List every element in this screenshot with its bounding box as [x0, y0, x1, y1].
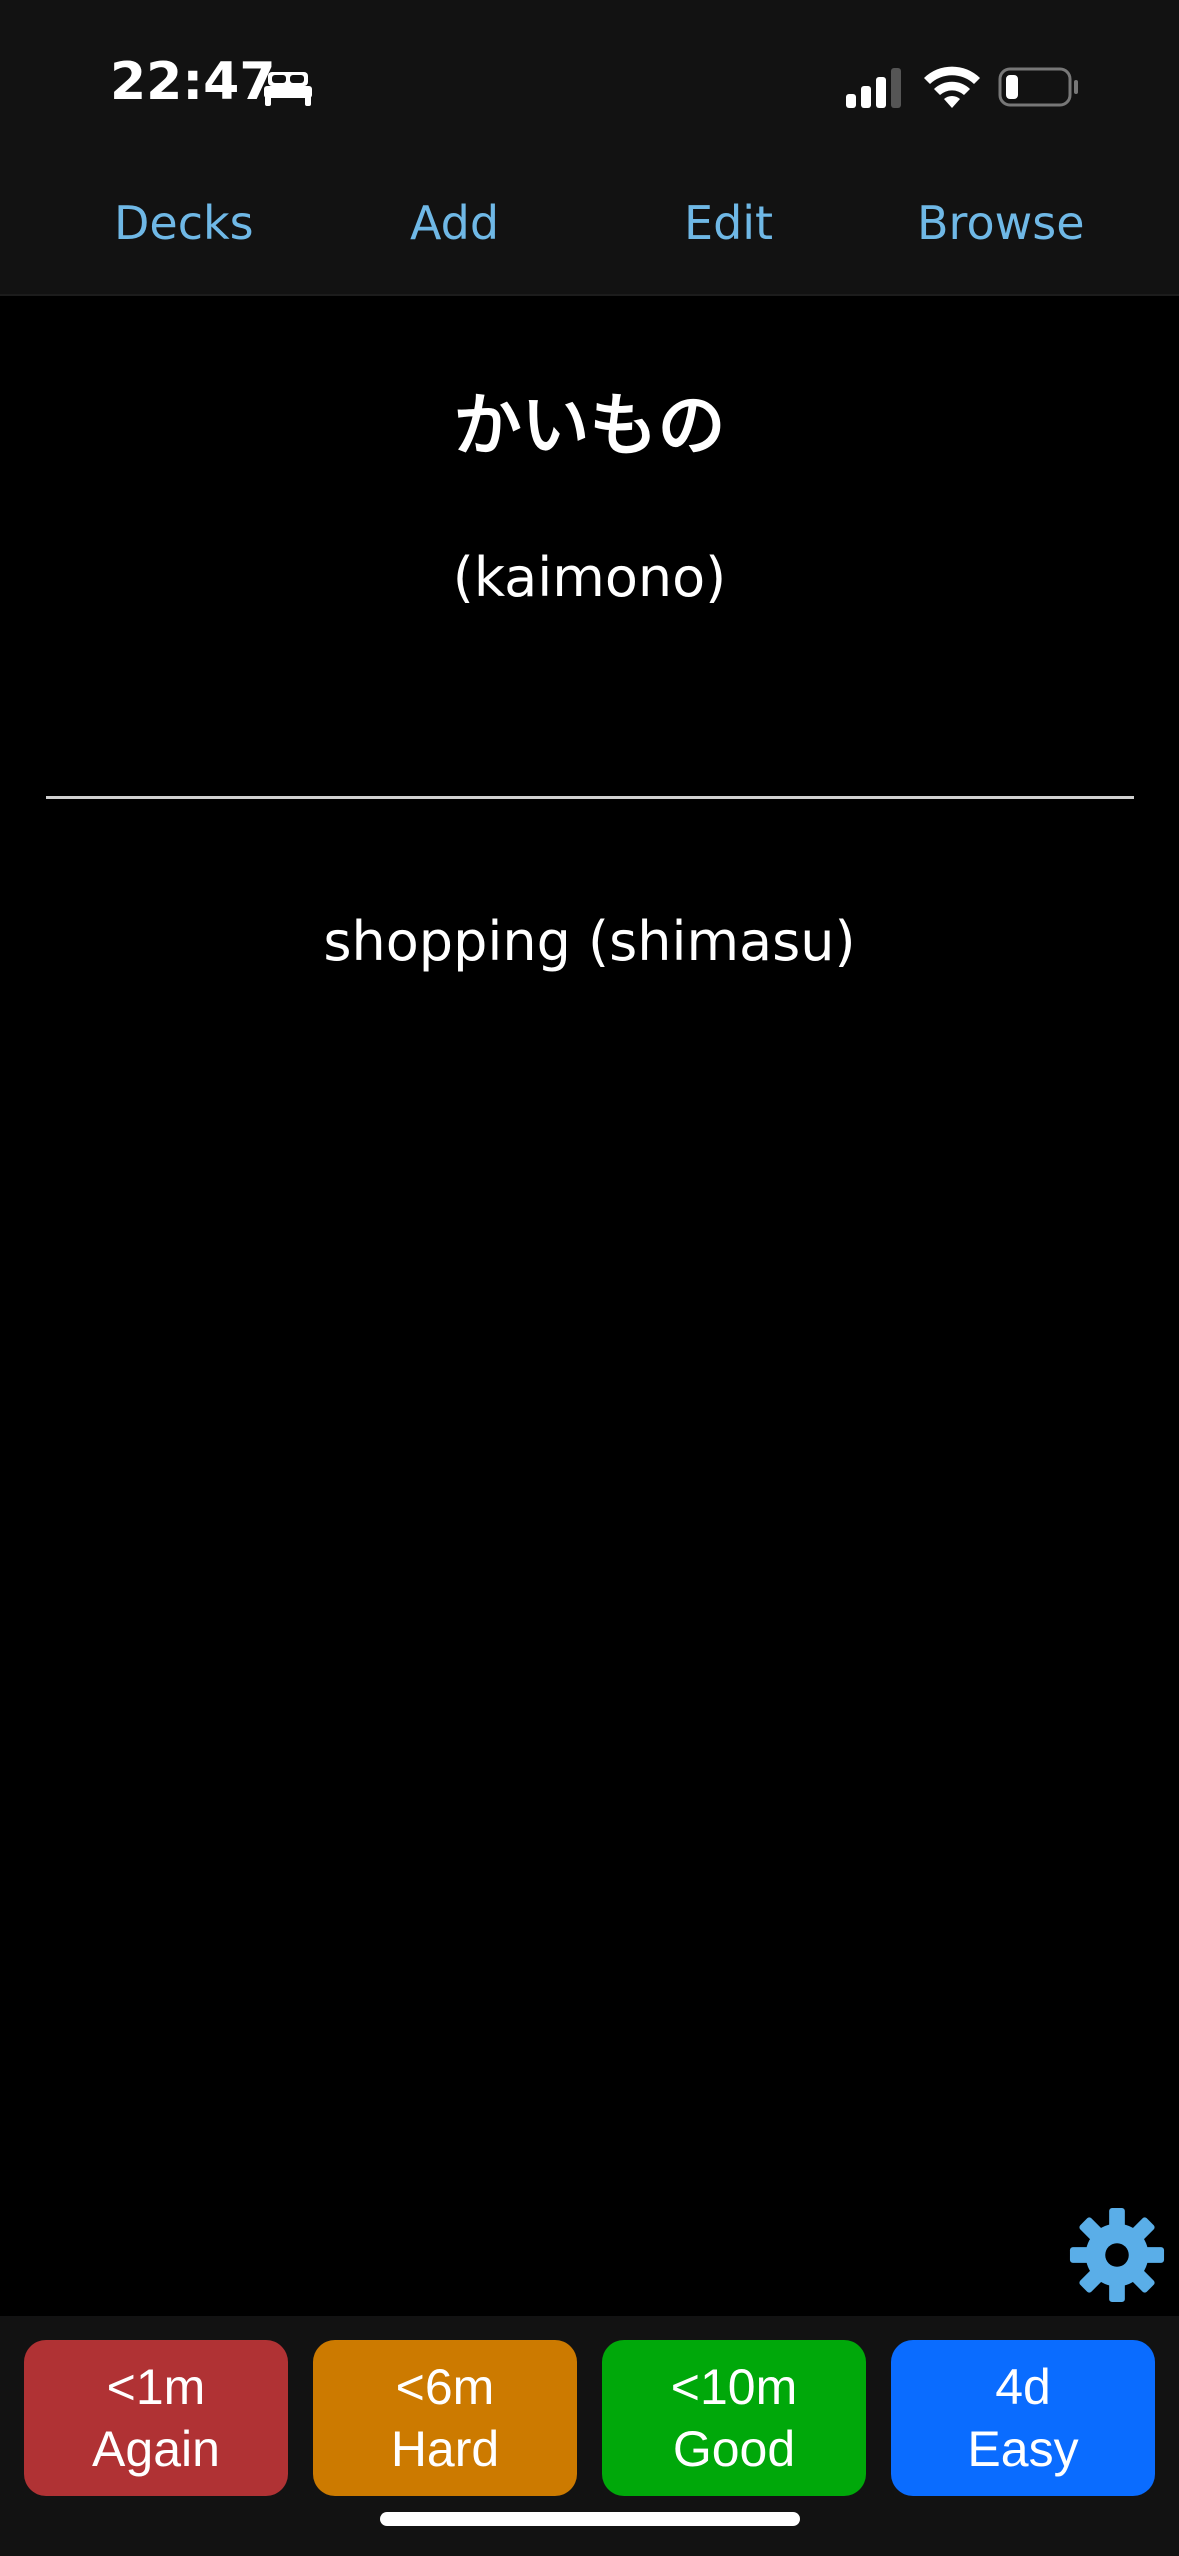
hard-interval: <6m: [395, 2359, 495, 2415]
hard-button[interactable]: <6m Hard: [313, 2340, 577, 2496]
card-back-text: shopping (shimasu): [323, 910, 856, 973]
easy-button[interactable]: 4d Easy: [891, 2340, 1155, 2496]
wifi-icon: [924, 66, 980, 108]
answer-divider: [46, 796, 1134, 799]
nav-add[interactable]: Add: [410, 196, 499, 250]
card-reading-text: (kaimono): [452, 546, 727, 609]
good-button[interactable]: <10m Good: [602, 2340, 866, 2496]
signal-icon: [846, 68, 901, 108]
status-time: 22:47: [110, 52, 276, 112]
battery-icon: [998, 67, 1078, 107]
home-indicator[interactable]: [380, 2512, 800, 2526]
easy-label: Easy: [967, 2421, 1079, 2477]
card-front-text: かいもの: [453, 387, 726, 466]
nav-decks[interactable]: Decks: [114, 196, 254, 250]
nav-browse[interactable]: Browse: [917, 196, 1085, 250]
hard-label: Hard: [390, 2421, 500, 2477]
gear-icon[interactable]: [1068, 2206, 1166, 2304]
nav-edit[interactable]: Edit: [684, 196, 773, 250]
bed-icon: [264, 72, 312, 106]
again-interval: <1m: [106, 2359, 206, 2415]
good-label: Good: [672, 2421, 796, 2477]
again-button[interactable]: <1m Again: [24, 2340, 288, 2496]
easy-interval: 4d: [995, 2359, 1051, 2415]
again-label: Again: [92, 2421, 220, 2477]
top-bar: 22:47 Decks Add Edit Browse: [0, 0, 1179, 296]
good-interval: <10m: [670, 2359, 798, 2415]
